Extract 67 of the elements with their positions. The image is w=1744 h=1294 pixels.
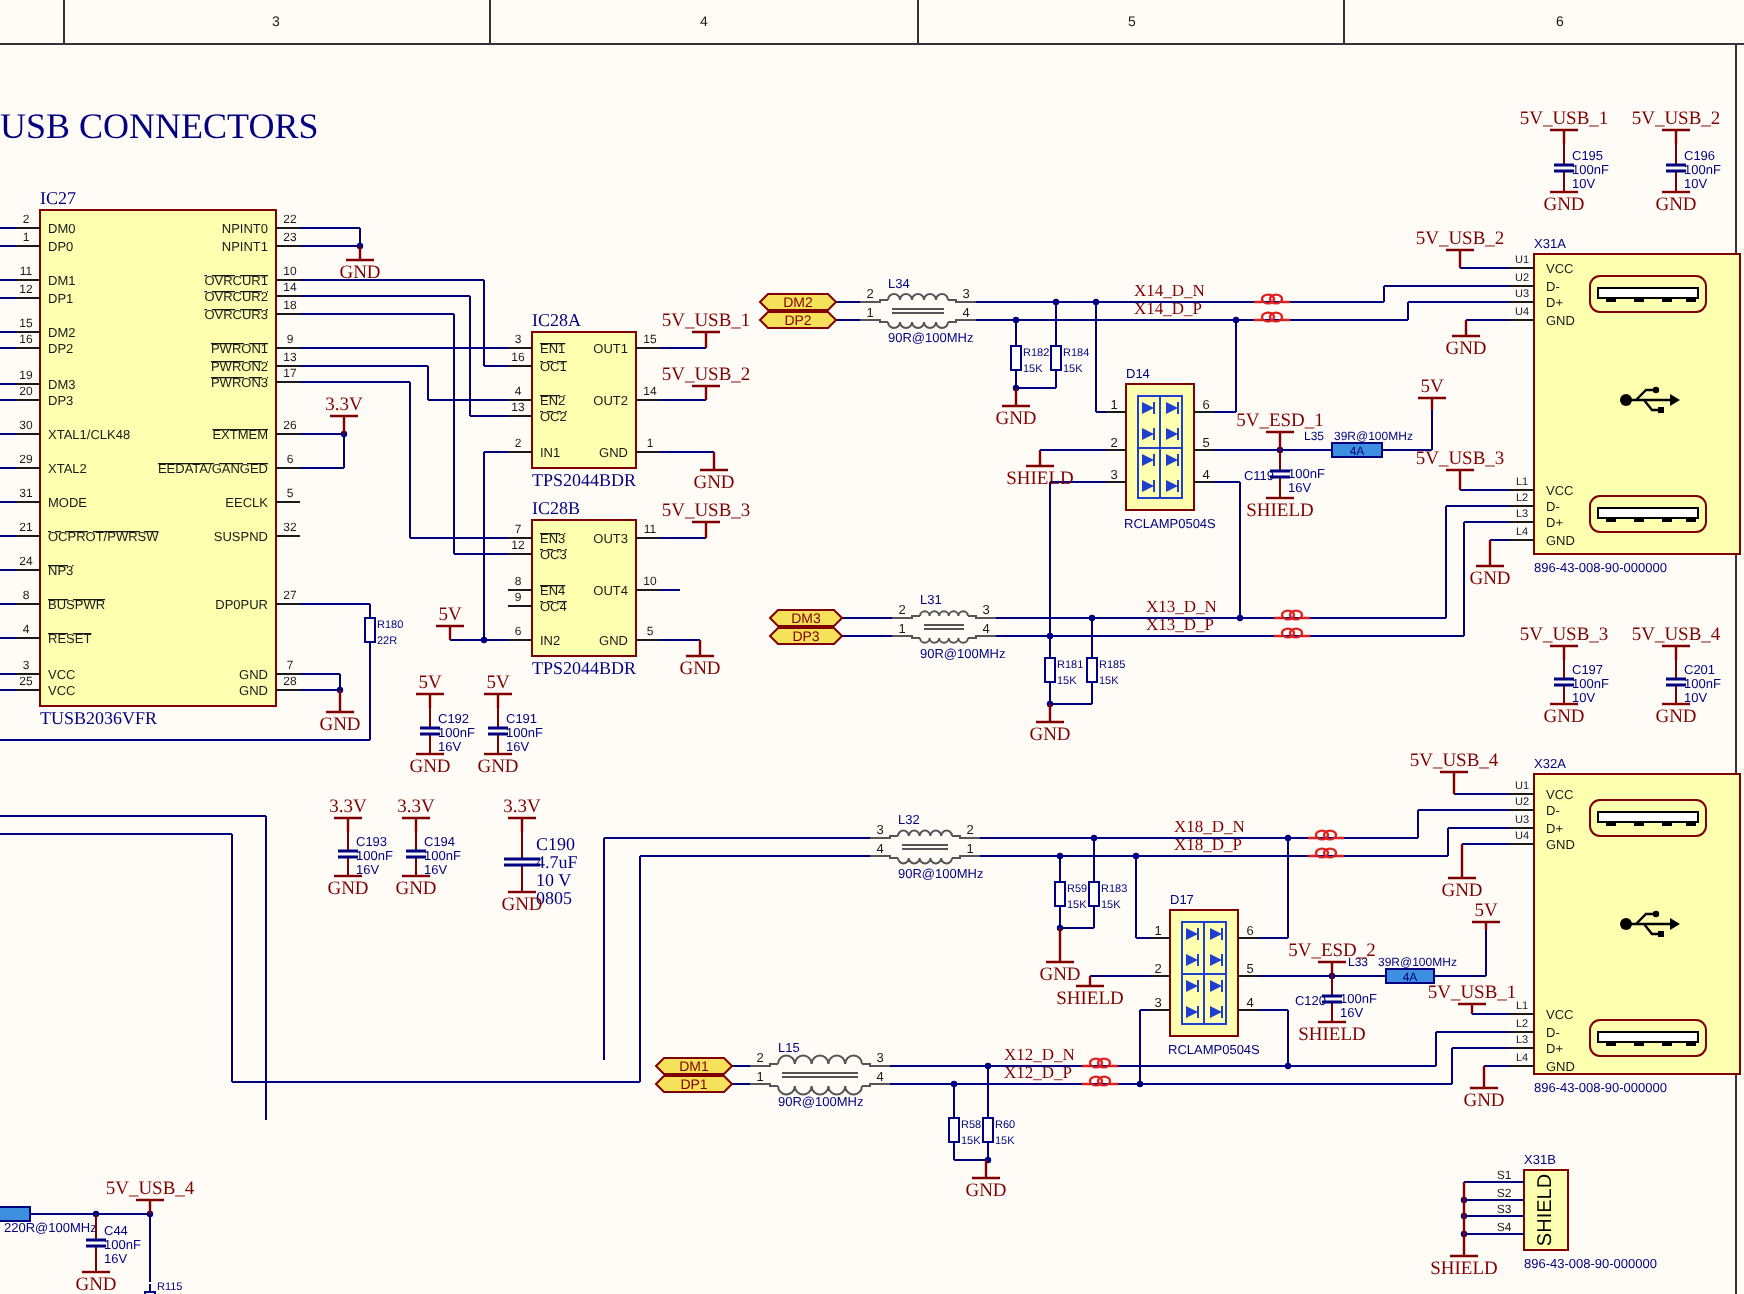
power-port-label: 5V_USB_4 — [105, 1180, 195, 1200]
power-port-label: GND — [327, 880, 369, 900]
net-label: X12_D_P — [1004, 1062, 1073, 1082]
power-port-label: SHIELD — [1430, 1260, 1498, 1280]
power-port-label: 5V — [438, 606, 462, 626]
power-port-label: GND — [1543, 196, 1585, 216]
power-port-label: GND — [1441, 882, 1483, 902]
net-label: X13_D_N — [1146, 596, 1217, 616]
power-port-label: 5V — [1420, 378, 1444, 398]
power-port-label: GND — [995, 410, 1037, 430]
power-port-label: 5V_USB_3 — [661, 502, 751, 522]
net-label: X18_D_N — [1174, 816, 1245, 836]
power-port-label: GND — [395, 880, 437, 900]
power-port-label: 3.3V — [325, 396, 363, 416]
power-port-label: SHIELD — [1056, 990, 1124, 1010]
component-value: 4.7uF — [536, 852, 578, 872]
power-port-label: GND — [693, 474, 735, 494]
power-port-label: GND — [1655, 708, 1697, 728]
part-number: TPS2044BDR — [532, 658, 637, 678]
power-port-label: 5V — [486, 674, 510, 694]
power-port-label: 5V_USB_1 — [661, 312, 751, 332]
component-designator: IC27 — [40, 188, 76, 208]
power-port-label: 5V_USB_4 — [1409, 752, 1499, 772]
power-port-label: GND — [1029, 726, 1071, 746]
net-label: X14_D_N — [1134, 280, 1205, 300]
power-port-label: SHIELD — [1006, 470, 1074, 490]
sheet-title: USB CONNECTORS — [0, 106, 319, 146]
voltage-rating: 10 V — [536, 870, 572, 890]
net-label: X14_D_P — [1134, 298, 1203, 318]
power-port-label: GND — [1463, 1092, 1505, 1112]
power-port-label: GND — [679, 660, 721, 680]
connector-body-label: SHIELD — [1535, 1173, 1557, 1247]
power-port-label: 5V_USB_3 — [1415, 450, 1505, 470]
power-port-label: GND — [409, 758, 451, 778]
component-designator: IC28A — [532, 310, 581, 330]
part-number: TPS2044BDR — [532, 470, 637, 490]
power-port-label: GND — [1469, 570, 1511, 590]
power-port-label: GND — [1039, 966, 1081, 986]
component-designator: IC28B — [532, 498, 581, 518]
power-port-label: SHIELD — [1246, 502, 1314, 522]
power-port-label: 5V_USB_2 — [661, 366, 751, 386]
part-number: TUSB2036VFR — [40, 708, 158, 728]
power-port-label: GND — [75, 1276, 117, 1294]
power-port-label: GND — [965, 1182, 1007, 1202]
power-port-label: 5V_ESD_1 — [1236, 412, 1324, 432]
power-port-label: GND — [339, 264, 381, 284]
power-port-label: 5V_USB_2 — [1631, 110, 1721, 130]
power-port-label: 5V_USB_1 — [1427, 984, 1517, 1004]
power-port-label: GND — [1445, 340, 1487, 360]
power-port-label: 5V_USB_4 — [1631, 626, 1721, 646]
power-port-label: GND — [319, 716, 361, 736]
power-port-label: 5V_USB_3 — [1519, 626, 1609, 646]
power-port-label: SHIELD — [1298, 1026, 1366, 1046]
power-port-label: GND — [1655, 196, 1697, 216]
component-designator: C190 — [536, 834, 576, 854]
power-port-label: 5V — [1474, 902, 1498, 922]
power-port-label: 5V_USB_2 — [1415, 230, 1505, 250]
power-port-label: 5V_USB_1 — [1519, 110, 1609, 130]
power-port-label: 3.3V — [329, 798, 367, 818]
power-port-label: 5V — [418, 674, 442, 694]
net-label: X18_D_P — [1174, 834, 1243, 854]
net-label: X12_D_N — [1004, 1044, 1075, 1064]
power-port-label: GND — [1543, 708, 1585, 728]
power-port-label: 3.3V — [397, 798, 435, 818]
net-label: X13_D_P — [1146, 614, 1215, 634]
power-port-label: 3.3V — [503, 798, 541, 818]
power-port-label: GND — [477, 758, 519, 778]
